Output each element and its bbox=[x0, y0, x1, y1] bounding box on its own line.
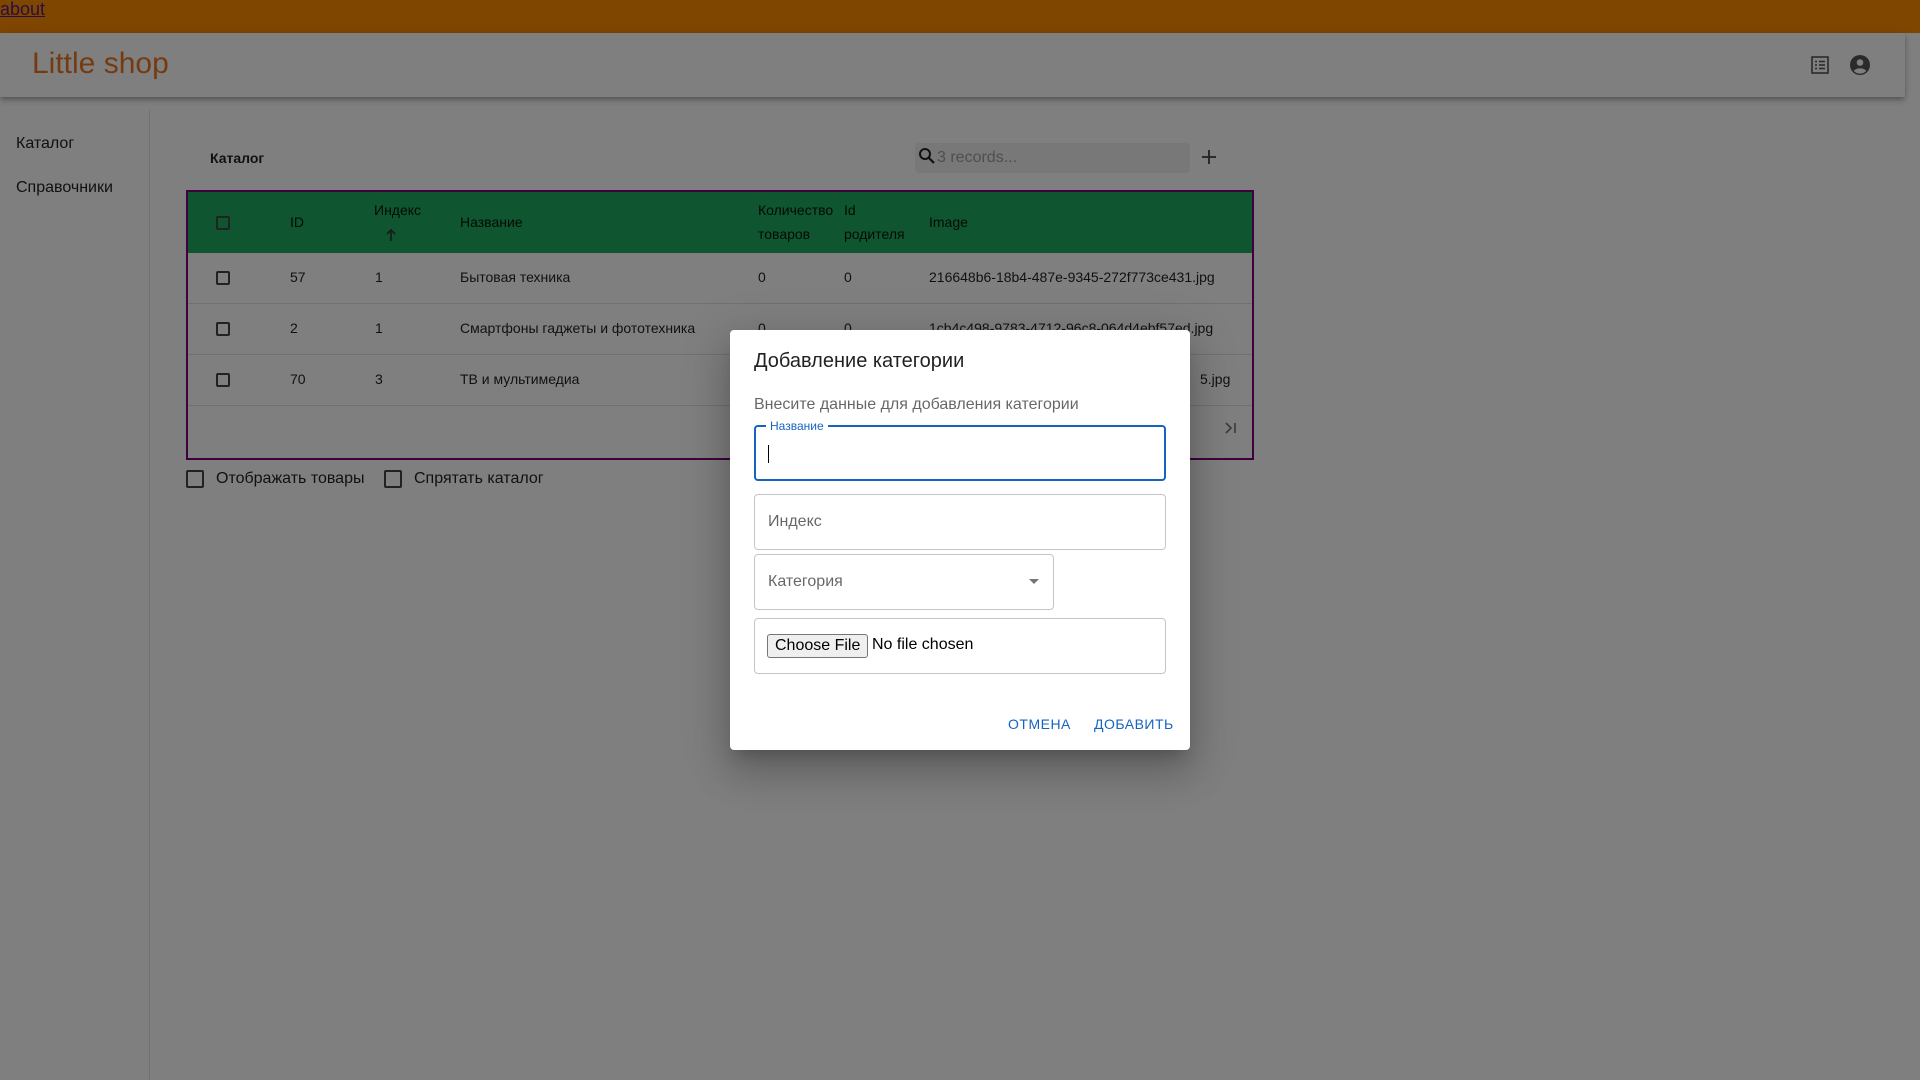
dropdown-arrow-icon bbox=[1029, 579, 1039, 584]
category-select-placeholder: Категория bbox=[768, 573, 843, 590]
cancel-button[interactable]: ОТМЕНА bbox=[1008, 716, 1071, 732]
category-select[interactable]: Категория bbox=[754, 554, 1054, 610]
add-category-dialog: Добавление категории Внесите данные для … bbox=[730, 330, 1190, 750]
dialog-title: Добавление категории bbox=[754, 350, 965, 372]
choose-file-button[interactable]: Choose File bbox=[767, 634, 869, 658]
name-field[interactable]: Название bbox=[754, 419, 1166, 481]
file-status: No file chosen bbox=[872, 636, 974, 653]
name-field-label: Название bbox=[766, 419, 828, 433]
index-field[interactable]: Индекс bbox=[754, 494, 1166, 550]
add-button[interactable]: ДОБАВИТЬ bbox=[1094, 716, 1174, 732]
file-field: Choose File No file chosen bbox=[754, 618, 1166, 674]
index-field-placeholder: Индекс bbox=[768, 513, 822, 530]
dialog-description: Внесите данные для добавления категории bbox=[754, 396, 1079, 413]
text-cursor bbox=[768, 445, 769, 463]
